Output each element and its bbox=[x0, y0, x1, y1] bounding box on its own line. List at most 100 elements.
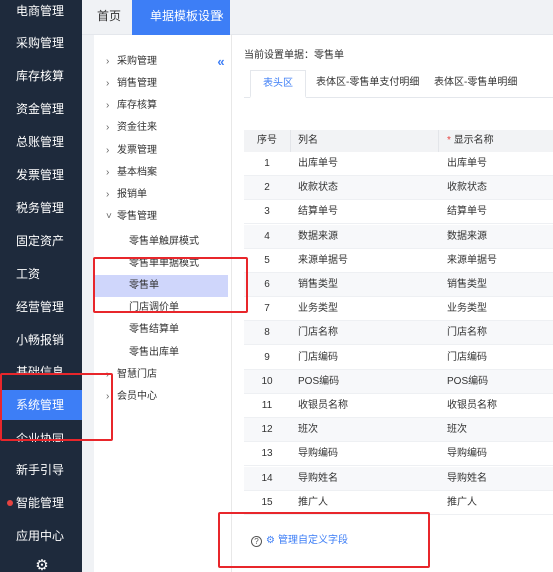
row-seq: 1 bbox=[264, 158, 270, 169]
table-row[interactable]: 3 结算单号 结算单号 bbox=[244, 200, 553, 225]
required-mark: * bbox=[447, 135, 451, 146]
tab-home[interactable]: 首页 bbox=[97, 0, 121, 35]
nav-item-business[interactable]: 经营管理 bbox=[0, 292, 82, 322]
row-display-name[interactable]: 门店编码 bbox=[447, 346, 487, 370]
tree-node-funds[interactable]: › 资金往来 bbox=[94, 118, 228, 138]
gear-icon[interactable]: ⚙ bbox=[34, 558, 50, 572]
row-display-name[interactable]: 导购姓名 bbox=[447, 467, 487, 491]
row-seq: 14 bbox=[261, 472, 273, 484]
row-display-name[interactable]: 来源单据号 bbox=[447, 249, 497, 273]
row-display-name[interactable]: 数据来源 bbox=[447, 225, 487, 249]
table-row[interactable]: 13 导购编码 导购编码 bbox=[244, 442, 553, 467]
tree-node-smart-store[interactable]: › 智慧门店 bbox=[94, 365, 228, 385]
table-row[interactable]: 1 出库单号 出库单号 bbox=[244, 152, 553, 176]
nav-item-salary[interactable]: 工资 bbox=[0, 259, 82, 289]
tree-node-label: 资金往来 bbox=[117, 122, 157, 133]
nav-item-funds[interactable]: 资金管理 bbox=[0, 94, 82, 124]
nav-item-invoice[interactable]: 发票管理 bbox=[0, 160, 82, 190]
table-row[interactable]: 9 门店编码 门店编码 bbox=[244, 345, 553, 370]
row-column-name: 来源单据号 bbox=[298, 254, 348, 266]
row-column-name: 导购姓名 bbox=[298, 472, 338, 484]
row-column-name: POS编码 bbox=[298, 375, 340, 387]
table-header: 序号 列名 * 显示名称 bbox=[244, 130, 553, 152]
row-seq: 4 bbox=[264, 230, 270, 242]
row-display-name[interactable]: 销售类型 bbox=[447, 273, 487, 297]
table-row[interactable]: 5 来源单据号 来源单据号 bbox=[244, 248, 553, 273]
chevron-right-icon: › bbox=[106, 189, 110, 200]
row-display-name[interactable]: 结算单号 bbox=[447, 200, 487, 224]
tree-leaf-retail-touch[interactable]: 零售单触屏模式 bbox=[94, 231, 228, 253]
nav-item-app-center[interactable]: 应用中心 bbox=[0, 521, 82, 551]
nav-item-inventory[interactable]: 库存核算 bbox=[0, 61, 82, 91]
nav-item-smart-label: 智能管理 bbox=[16, 496, 65, 510]
nav-item-ecommerce[interactable]: 电商管理 bbox=[0, 0, 82, 26]
row-display-name[interactable]: 导购编码 bbox=[447, 442, 487, 466]
tree-node-purchase[interactable]: › 采购管理 bbox=[94, 52, 228, 72]
tree-node-expense[interactable]: › 报销单 bbox=[94, 185, 228, 205]
main-content: 当前设置单据：零售单 表头区 表体区-零售单支付明细 表体区-零售单明细 序号 … bbox=[233, 35, 553, 572]
table-row[interactable]: 4 数据来源 数据来源 bbox=[244, 224, 553, 249]
tree-node-invoice[interactable]: › 发票管理 bbox=[94, 141, 228, 161]
chevron-right-icon: › bbox=[106, 167, 110, 178]
row-seq: 10 bbox=[261, 375, 273, 387]
table-row[interactable]: 6 销售类型 销售类型 bbox=[244, 273, 553, 297]
region-tabs: 表头区 表体区-零售单支付明细 表体区-零售单明细 bbox=[244, 70, 553, 98]
chevron-down-icon: ˅ bbox=[106, 211, 112, 222]
nav-item-expense[interactable]: 小畅报销 bbox=[0, 325, 82, 355]
row-seq: 6 bbox=[264, 279, 270, 290]
row-display-name[interactable]: 收款状态 bbox=[447, 176, 487, 200]
tree-node-label: 发票管理 bbox=[117, 145, 157, 156]
table-row[interactable]: 8 门店名称 门店名称 bbox=[244, 321, 553, 346]
row-column-name: 结算单号 bbox=[298, 206, 338, 218]
row-column-name: 销售类型 bbox=[298, 279, 338, 290]
nav-item-fixed-assets[interactable]: 固定资产 bbox=[0, 226, 82, 256]
row-column-name: 出库单号 bbox=[298, 158, 338, 169]
row-display-name[interactable]: 收银员名称 bbox=[447, 394, 497, 418]
row-display-name[interactable]: 班次 bbox=[447, 418, 467, 442]
tree-node-sales[interactable]: › 销售管理 bbox=[94, 74, 228, 94]
row-display-name[interactable]: 推广人 bbox=[447, 491, 477, 515]
header-seq: 序号 bbox=[257, 135, 277, 146]
tree-node-inventory[interactable]: › 库存核算 bbox=[94, 96, 228, 116]
nav-item-tax[interactable]: 税务管理 bbox=[0, 193, 82, 223]
current-document: 当前设置单据：零售单 bbox=[244, 50, 344, 61]
row-display-name[interactable]: 出库单号 bbox=[447, 152, 487, 176]
table-row[interactable]: 2 收款状态 收款状态 bbox=[244, 176, 553, 201]
tree-node-label: 报销单 bbox=[117, 189, 147, 200]
table-row[interactable]: 14 导购姓名 导购姓名 bbox=[244, 466, 553, 491]
tab-body-detail[interactable]: 表体区-零售单明细 bbox=[434, 70, 517, 98]
column-divider bbox=[438, 130, 439, 152]
table-row[interactable]: 10 POS编码 POS编码 bbox=[244, 369, 553, 394]
chevron-right-icon: › bbox=[106, 145, 110, 156]
tree-node-retail[interactable]: ˅ 零售管理 bbox=[94, 207, 228, 227]
nav-item-purchase[interactable]: 采购管理 bbox=[0, 28, 82, 58]
table-row[interactable]: 7 业务类型 业务类型 bbox=[244, 297, 553, 322]
table-row[interactable]: 12 班次 班次 bbox=[244, 418, 553, 443]
column-divider bbox=[290, 130, 291, 152]
row-display-name[interactable]: POS编码 bbox=[447, 370, 488, 394]
highlight-box bbox=[218, 512, 430, 568]
nav-item-smart[interactable]: 智能管理 bbox=[0, 488, 82, 518]
tab-template-settings-label: 单据模板设置 bbox=[150, 9, 223, 23]
close-icon[interactable]: × bbox=[217, 0, 224, 33]
tree-node-archive[interactable]: › 基本档案 bbox=[94, 163, 228, 183]
tab-body-payment[interactable]: 表体区-零售单支付明细 bbox=[316, 70, 419, 98]
tree-node-member[interactable]: › 会员中心 bbox=[94, 387, 228, 407]
left-navigation: 电商管理 采购管理 库存核算 资金管理 总账管理 发票管理 税务管理 固定资产 … bbox=[0, 0, 82, 572]
row-seq: 3 bbox=[264, 206, 270, 218]
tree-leaf-outbound[interactable]: 零售出库单 bbox=[94, 342, 228, 364]
tab-template-settings[interactable]: 单据模板设置 × bbox=[132, 0, 230, 35]
nav-item-ledger[interactable]: 总账管理 bbox=[0, 127, 82, 157]
tree-node-label: 库存核算 bbox=[117, 100, 157, 111]
chevron-right-icon: › bbox=[106, 78, 110, 89]
tree-leaf-settlement[interactable]: 零售结算单 bbox=[94, 319, 228, 341]
row-display-name[interactable]: 业务类型 bbox=[447, 297, 487, 321]
row-column-name: 业务类型 bbox=[298, 303, 338, 315]
table-row[interactable]: 11 收银员名称 收银员名称 bbox=[244, 394, 553, 418]
tree-node-label: 智慧门店 bbox=[117, 369, 157, 380]
row-display-name[interactable]: 门店名称 bbox=[447, 321, 487, 345]
row-seq: 9 bbox=[264, 351, 270, 363]
nav-item-guide[interactable]: 新手引导 bbox=[0, 455, 82, 485]
tab-header-area[interactable]: 表头区 bbox=[250, 70, 306, 98]
row-column-name: 收银员名称 bbox=[298, 400, 348, 411]
